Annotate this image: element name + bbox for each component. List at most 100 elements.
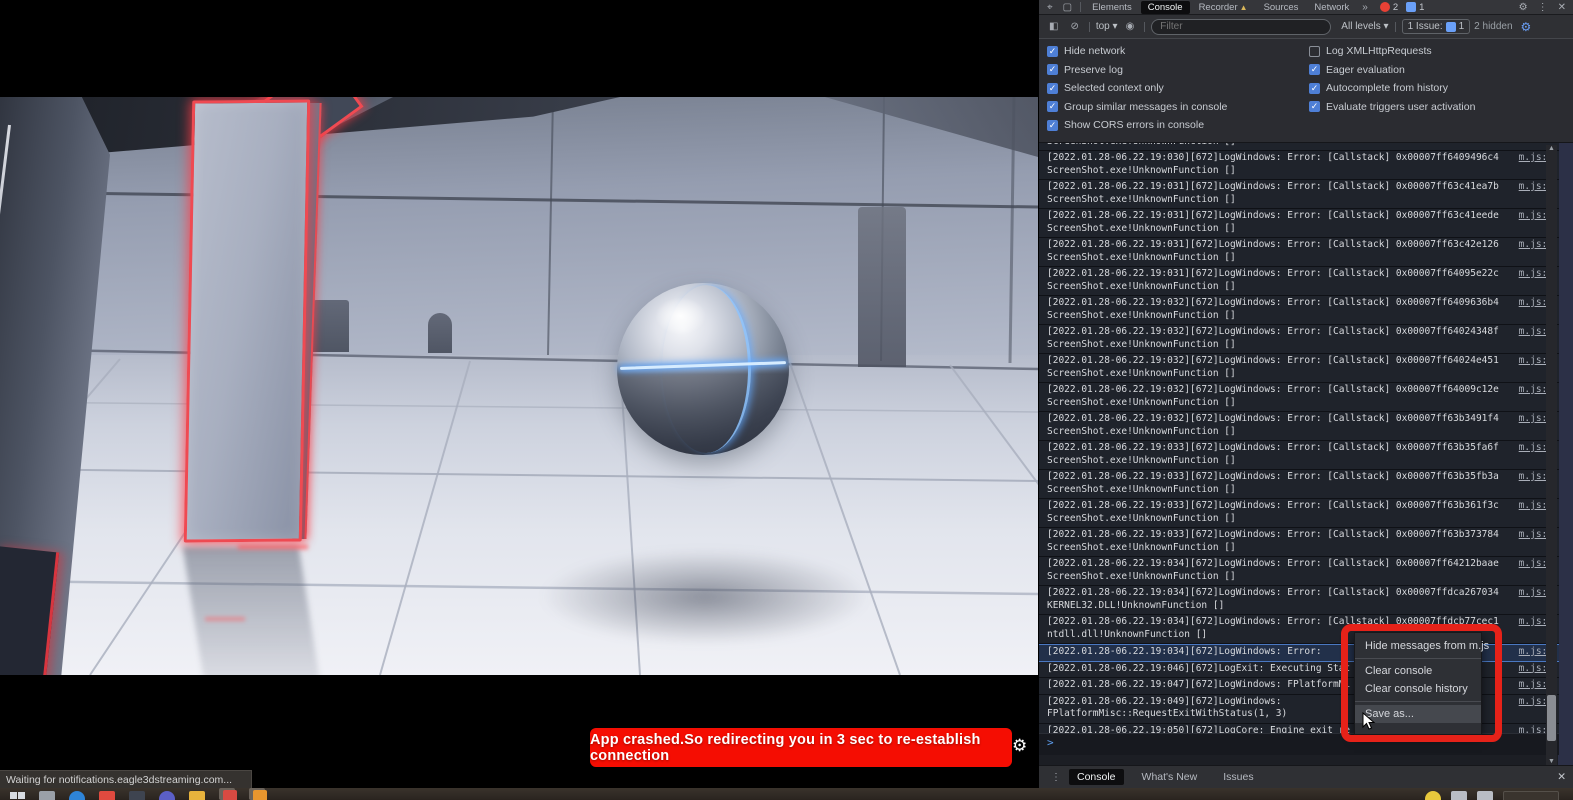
console-prompt[interactable]: > — [1039, 733, 1559, 755]
checkbox-checked-icon[interactable]: ✓ — [1047, 46, 1058, 57]
drawer-close-icon[interactable]: ✕ — [1557, 771, 1566, 783]
console-scrollbar[interactable]: ▲ ▼ — [1546, 145, 1557, 765]
error-count: 2 — [1393, 2, 1398, 13]
drawer-tab-console[interactable]: Console — [1069, 769, 1124, 785]
console-log-row[interactable]: [2022.01.28-06.22.19:033][672]LogWindows… — [1039, 470, 1559, 499]
setting-eager-evaluation[interactable]: ✓Eager evaluation — [1309, 64, 1475, 76]
setting-evaluate-triggers-user-activation[interactable]: ✓Evaluate triggers user activation — [1309, 101, 1475, 113]
checkbox-checked-icon[interactable]: ✓ — [1309, 64, 1320, 75]
setting-preserve-log[interactable]: ✓Preserve log — [1047, 64, 1309, 76]
taskbar-app-gray-icon[interactable] — [39, 791, 55, 800]
issues-count: 1 — [1459, 21, 1465, 32]
scrollbar-thumb[interactable] — [1547, 695, 1556, 741]
checkbox-unchecked-icon[interactable] — [1309, 46, 1320, 57]
issues-counter[interactable]: 1 Issue: 1 — [1402, 19, 1471, 34]
console-sidebar-icon[interactable]: ◧ — [1045, 21, 1062, 32]
console-filter-input[interactable] — [1151, 19, 1331, 35]
chrome-sphere — [617, 283, 789, 455]
setting-log-xmlhttprequests[interactable]: Log XMLHttpRequests — [1309, 45, 1475, 57]
checkbox-checked-icon[interactable]: ✓ — [1047, 83, 1058, 94]
checkbox-checked-icon[interactable]: ✓ — [1309, 83, 1320, 94]
taskbar-clock-area[interactable] — [1503, 791, 1559, 800]
log-line: ScreenShot.exe!UnknownFunction [] — [1047, 542, 1525, 555]
taskbar-app-dark-icon[interactable] — [129, 791, 145, 800]
console-log-row[interactable]: [2022.01.28-06.22.19:032][672]LogWindows… — [1039, 296, 1559, 325]
drawer-tab-issues[interactable]: Issues — [1215, 769, 1261, 785]
console-toolbar: ◧ ⊘ top ▾ ◉ All levels ▾ 1 Issue: 1 2 hi… — [1039, 14, 1573, 39]
log-line: [2022.01.28-06.22.19:034][672]LogWindows… — [1047, 616, 1525, 629]
checkbox-checked-icon[interactable]: ✓ — [1047, 120, 1058, 131]
taskbar-folder-yellow-icon[interactable] — [189, 791, 205, 800]
more-tabs-chevron-icon[interactable]: » — [1358, 2, 1372, 13]
checkbox-checked-icon[interactable]: ✓ — [1309, 101, 1320, 112]
pillar-red-glint-2 — [205, 617, 245, 621]
console-log-row[interactable]: [2022.01.28-06.22.19:032][672]LogWindows… — [1039, 412, 1559, 441]
drawer-tab-what-s-new[interactable]: What's New — [1134, 769, 1206, 785]
log-line: ScreenShot.exe!UnknownFunction [] — [1047, 455, 1525, 468]
setting-show-cors-errors-in-console[interactable]: ✓Show CORS errors in console — [1047, 119, 1309, 131]
banner-gear-icon[interactable]: ⚙ — [1012, 736, 1027, 756]
context-selector[interactable]: top ▾ — [1096, 21, 1118, 32]
message-count-badge[interactable]: 1 — [1406, 2, 1424, 13]
checkbox-checked-icon[interactable]: ✓ — [1047, 101, 1058, 112]
taskbar-app-blue-circle-icon[interactable] — [69, 791, 85, 800]
devtools-settings-gear-icon[interactable]: ⚙ — [1515, 2, 1532, 13]
3d-scene-video[interactable] — [0, 97, 1038, 675]
sphere-highlight — [655, 297, 707, 335]
scene-grid-lines — [0, 97, 1038, 675]
taskbar-tray-icon-2[interactable] — [1477, 791, 1493, 800]
sphere-shadow — [540, 549, 870, 645]
log-line: [2022.01.28-06.22.19:034][672]LogWindows… — [1047, 558, 1525, 571]
console-log-row[interactable]: [2022.01.28-06.22.19:031][672]LogWindows… — [1039, 209, 1559, 238]
status-text: Waiting for notifications.eagle3dstreami… — [6, 774, 232, 786]
console-log-row[interactable]: [2022.01.28-06.22.19:031][672]LogWindows… — [1039, 238, 1559, 267]
log-line: [2022.01.28-06.22.19:033][672]LogWindows… — [1047, 500, 1525, 513]
setting-selected-context-only[interactable]: ✓Selected context only — [1047, 82, 1309, 94]
device-toolbar-icon[interactable]: ▢ — [1059, 2, 1076, 13]
console-log-row[interactable]: [2022.01.28-06.22.19:033][672]LogWindows… — [1039, 441, 1559, 470]
devtools-close-icon[interactable]: ✕ — [1554, 2, 1570, 13]
setting-hide-network[interactable]: ✓Hide network — [1047, 45, 1309, 57]
taskbar-tray-icon-1[interactable] — [1451, 791, 1467, 800]
console-log-row[interactable]: [2022.01.28-06.22.19:034][672]LogWindows… — [1039, 586, 1559, 615]
log-line: [2022.01.28-06.22.19:033][672]LogWindows… — [1047, 471, 1525, 484]
console-log-row[interactable]: [2022.01.28-06.22.19:032][672]LogWindows… — [1039, 354, 1559, 383]
console-settings-gear-icon[interactable]: ⚙ — [1521, 20, 1532, 34]
menu-item-hide-messages-from-m-js[interactable]: Hide messages from m.js — [1355, 637, 1481, 655]
console-log-row[interactable]: [2022.01.28-06.22.19:033][672]LogWindows… — [1039, 499, 1559, 528]
console-log-row[interactable]: [2022.01.28-06.22.19:031][672]LogWindows… — [1039, 180, 1559, 209]
console-log-row[interactable]: [2022.01.28-06.22.19:032][672]LogWindows… — [1039, 383, 1559, 412]
taskbar-app-red-icon[interactable] — [99, 791, 115, 800]
tab-network[interactable]: Network — [1307, 1, 1356, 14]
menu-item-clear-console-history[interactable]: Clear console history — [1355, 680, 1481, 698]
clear-console-icon[interactable]: ⊘ — [1066, 21, 1082, 32]
red-outlined-pillar — [184, 99, 311, 542]
inspect-icon[interactable]: ⌖ — [1043, 2, 1057, 13]
scroll-up-icon[interactable]: ▲ — [1546, 145, 1557, 152]
tab-console[interactable]: Console — [1141, 1, 1190, 14]
taskbar-app-red-dot-icon[interactable] — [219, 788, 235, 800]
log-levels-dropdown[interactable]: All levels ▾ — [1341, 21, 1388, 32]
tab-sources[interactable]: Sources — [1257, 1, 1306, 14]
taskbar-app-purple-circle-icon[interactable] — [159, 791, 175, 800]
taskbar-app-orange-icon[interactable] — [249, 788, 265, 800]
tab-elements[interactable]: Elements — [1085, 1, 1139, 14]
error-count-badge[interactable]: 2 — [1380, 2, 1398, 13]
console-log-row[interactable]: [2022.01.28-06.22.19:032][672]LogWindows… — [1039, 325, 1559, 354]
taskbar-tray-yellow-circle[interactable] — [1425, 791, 1441, 800]
menu-item-clear-console[interactable]: Clear console — [1355, 662, 1481, 680]
tab-recorder[interactable]: Recorder▲ — [1192, 1, 1255, 14]
drawer-more-icon[interactable]: ⋮ — [1047, 772, 1065, 783]
windows-start-icon[interactable] — [10, 792, 25, 800]
scroll-down-icon[interactable]: ▼ — [1546, 758, 1557, 765]
console-log-row[interactable]: [2022.01.28-06.22.19:033][672]LogWindows… — [1039, 528, 1559, 557]
console-log-row[interactable]: [2022.01.28-06.22.19:034][672]LogWindows… — [1039, 557, 1559, 586]
console-log-row[interactable]: [2022.01.28-06.22.19:030][672]LogWindows… — [1039, 151, 1559, 180]
log-line: [2022.01.28-06.22.19:032][672]LogWindows… — [1047, 355, 1525, 368]
checkbox-checked-icon[interactable]: ✓ — [1047, 64, 1058, 75]
setting-group-similar-messages-in-console[interactable]: ✓Group similar messages in console — [1047, 101, 1309, 113]
setting-autocomplete-from-history[interactable]: ✓Autocomplete from history — [1309, 82, 1475, 94]
live-expression-eye-icon[interactable]: ◉ — [1122, 21, 1139, 32]
devtools-more-menu-icon[interactable]: ⋮ — [1534, 2, 1552, 13]
console-log-row[interactable]: [2022.01.28-06.22.19:031][672]LogWindows… — [1039, 267, 1559, 296]
